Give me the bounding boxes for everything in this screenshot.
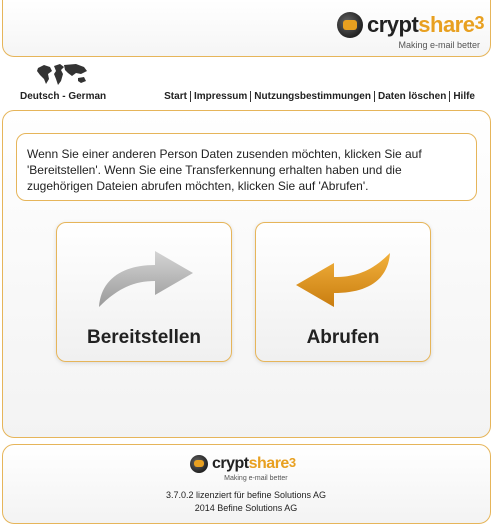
license-text: 3.7.0.2 lizenziert für befine Solutions … bbox=[165, 490, 327, 500]
top-nav: Start Impressum Nutzungsbestimmungen Dat… bbox=[161, 91, 478, 102]
provide-label: Bereitstellen bbox=[86, 327, 202, 348]
language-select[interactable]: Deutsch - German bbox=[20, 91, 106, 102]
receive-arrow-icon bbox=[296, 253, 390, 307]
footer-logo-tagline: Making e-mail better bbox=[224, 475, 288, 482]
logo-tagline: Making e-mail better bbox=[398, 40, 480, 50]
retrieve-button[interactable]: Abrufen bbox=[255, 222, 431, 362]
copyright-text: 2014 Befine Solutions AG bbox=[194, 503, 298, 513]
nav-impressum[interactable]: Impressum bbox=[189, 91, 250, 102]
cryptshare-logo-icon bbox=[336, 12, 363, 38]
world-map-icon[interactable] bbox=[34, 62, 90, 88]
retrieve-label: Abrufen bbox=[306, 327, 380, 348]
footer-logo-icon bbox=[190, 455, 208, 473]
nav-start[interactable]: Start bbox=[161, 91, 190, 102]
footer-logo-wordmark: cryptshare3 bbox=[212, 455, 296, 472]
send-arrow-icon bbox=[99, 251, 193, 307]
provide-button[interactable]: Bereitstellen bbox=[56, 222, 232, 362]
intro-text: Wenn Sie einer anderen Person Daten zuse… bbox=[16, 133, 477, 201]
nav-help[interactable]: Hilfe bbox=[449, 91, 478, 102]
logo-wordmark: cryptshare3 bbox=[366, 12, 485, 37]
footer-logo: cryptshare3 Making e-mail better bbox=[190, 455, 296, 482]
nav-terms[interactable]: Nutzungsbestimmungen bbox=[250, 91, 374, 102]
cryptshare-logo[interactable]: cryptshare3 Making e-mail better bbox=[336, 12, 485, 50]
nav-delete-data[interactable]: Daten löschen bbox=[373, 91, 449, 102]
